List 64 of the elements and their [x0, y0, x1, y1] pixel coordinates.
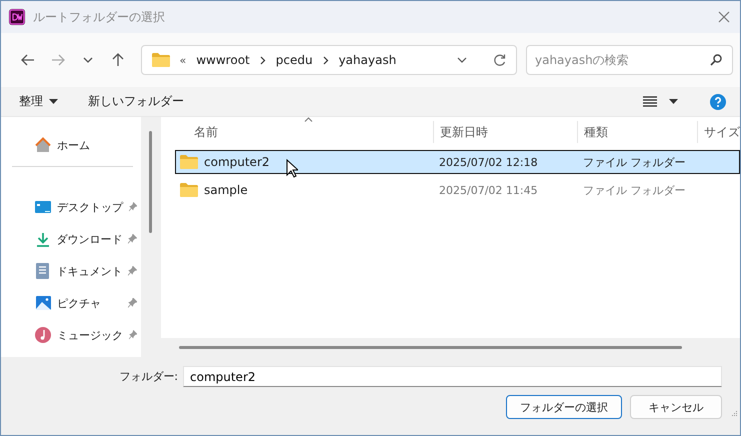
pin-icon[interactable]: [128, 234, 137, 244]
chevron-right-icon: [260, 56, 266, 64]
sidebar-item[interactable]: デスクトップ: [1, 191, 141, 223]
column-header[interactable]: 更新日時: [433, 121, 577, 143]
picture-icon: [36, 296, 50, 310]
music-icon: [35, 327, 51, 343]
pin-icon[interactable]: [129, 330, 137, 340]
file-type: ファイル フォルダー: [582, 154, 686, 170]
column-header[interactable]: サイズ: [697, 121, 740, 143]
chevron-down-icon[interactable]: [457, 57, 467, 63]
column-header[interactable]: 名前: [161, 121, 433, 143]
up-arrow-icon[interactable]: [112, 53, 124, 67]
search-icon[interactable]: [710, 54, 722, 66]
chevron-down-icon[interactable]: [82, 57, 93, 63]
select-folder-button[interactable]: フォルダーの選択: [506, 395, 622, 419]
folder-label: フォルダー:: [119, 369, 178, 384]
organize-button[interactable]: 整理: [19, 91, 58, 112]
column-header[interactable]: 種類: [577, 121, 697, 143]
help-icon[interactable]: [710, 94, 726, 110]
address-bar[interactable]: « wwwroot pcedu yahayash: [140, 45, 517, 75]
home-icon: [35, 137, 51, 153]
chevron-right-icon: [322, 56, 329, 64]
file-name: computer2: [204, 155, 270, 169]
caret-icon: [49, 99, 58, 104]
window-title: ルートフォルダーの選択: [33, 8, 166, 26]
folder-name-field[interactable]: computer2: [183, 366, 722, 387]
scrollbar[interactable]: [148, 131, 152, 233]
pin-icon[interactable]: [128, 298, 137, 308]
refresh-icon[interactable]: [493, 54, 506, 66]
breadcrumb-item[interactable]: wwwroot: [196, 53, 250, 67]
folder-icon: [180, 183, 198, 197]
overflow-chevron[interactable]: «: [180, 54, 186, 66]
sidebar-item[interactable]: ミュージック: [1, 319, 141, 351]
download-icon: [36, 232, 50, 246]
scrollbar[interactable]: [179, 346, 682, 349]
cursor-icon: [286, 159, 298, 178]
forward-arrow-icon[interactable]: [50, 54, 65, 66]
file-row[interactable]: sample 2025/07/02 11:45 ファイル フォルダー: [175, 178, 740, 202]
breadcrumb-item[interactable]: pcedu: [276, 53, 313, 67]
close-icon[interactable]: [718, 11, 730, 23]
sidebar-item[interactable]: ホーム: [1, 129, 141, 161]
modified-date: 2025/07/02 12:18: [438, 156, 539, 168]
view-list-icon[interactable]: [643, 96, 657, 107]
sort-up-icon: [304, 117, 313, 122]
back-arrow-icon[interactable]: [20, 54, 35, 66]
cancel-button[interactable]: キャンセル: [630, 395, 722, 419]
sidebar-item[interactable]: ピクチャ: [1, 287, 141, 319]
document-icon: [36, 263, 50, 279]
folder-icon: [180, 155, 198, 169]
file-name: sample: [204, 183, 248, 197]
search-field[interactable]: yahayashの検索: [526, 45, 733, 75]
desktop-icon: [35, 200, 51, 214]
modified-date: 2025/07/02 11:45: [438, 184, 539, 196]
file-type: ファイル フォルダー: [582, 182, 686, 198]
folder-icon: [152, 53, 170, 67]
new-folder-button[interactable]: 新しいフォルダー: [88, 91, 184, 112]
file-row[interactable]: computer2 2025/07/02 12:18 ファイル フォルダー: [175, 150, 740, 174]
caret-icon[interactable]: [669, 99, 678, 104]
pin-icon[interactable]: [129, 202, 137, 212]
breadcrumb-item[interactable]: yahayash: [338, 53, 396, 67]
sidebar-item[interactable]: ドキュメント: [1, 255, 141, 287]
sidebar-item[interactable]: ダウンロード: [1, 223, 141, 255]
pin-icon[interactable]: [128, 266, 137, 276]
app-logo-icon: [9, 9, 25, 25]
